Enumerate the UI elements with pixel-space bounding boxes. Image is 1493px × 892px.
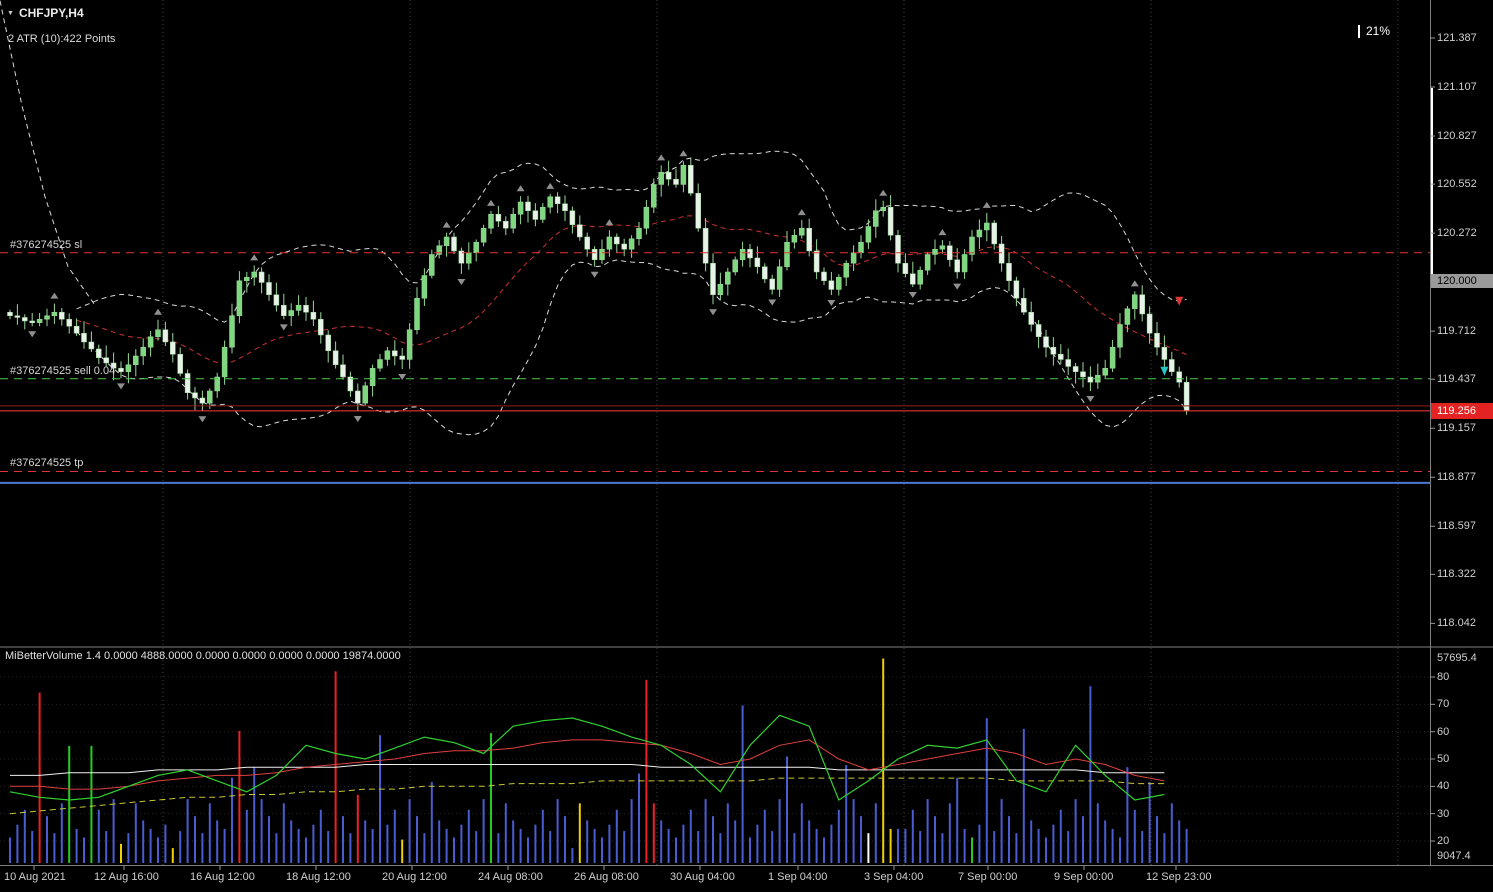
symbol-title-text: CHFJPY,H4 xyxy=(19,6,84,20)
round-price-label: 120.000 xyxy=(1431,274,1493,288)
symbol-timeframe-title: ▼ CHFJPY,H4 xyxy=(7,6,84,20)
price-axis-label: 120.272 xyxy=(1437,226,1477,240)
price-axis[interactable]: 121.387 121.107 120.827 120.552 120.272 120.0… xyxy=(1431,0,1493,866)
volume-axis-label: 70 xyxy=(1437,697,1449,711)
price-axis-label: 120.827 xyxy=(1437,129,1477,143)
time-axis-label: 12 Aug 16:00 xyxy=(94,871,159,883)
chart-shift-indicator: 21% xyxy=(1358,24,1390,38)
time-axis-label: 3 Sep 04:00 xyxy=(864,871,923,883)
time-axis-label: 7 Sep 00:00 xyxy=(958,871,1017,883)
volume-axis-label: 30 xyxy=(1437,807,1449,821)
time-axis[interactable]: 10 Aug 2021 12 Aug 16:00 16 Aug 12:00 18 Au… xyxy=(0,866,1493,892)
time-axis-label: 18 Aug 12:00 xyxy=(286,871,351,883)
time-axis-label: 20 Aug 12:00 xyxy=(382,871,447,883)
price-axis-label: 118.322 xyxy=(1437,567,1476,581)
atr-indicator-label: 2 ATR (10):422 Points xyxy=(8,33,115,45)
take-profit-label[interactable]: #376274525 tp xyxy=(10,457,83,469)
time-axis-label: 26 Aug 08:00 xyxy=(574,871,639,883)
price-axis-label: 118.877 xyxy=(1437,470,1476,484)
time-axis-label: 10 Aug 2021 xyxy=(4,871,66,883)
time-axis-label: 9 Sep 00:00 xyxy=(1054,871,1113,883)
price-axis-label: 118.597 xyxy=(1437,519,1476,533)
price-axis-label: 118.042 xyxy=(1437,616,1476,630)
time-axis-label: 16 Aug 12:00 xyxy=(190,871,255,883)
volume-axis-label: 40 xyxy=(1437,779,1449,793)
percent-text: 21% xyxy=(1366,24,1390,38)
price-axis-label: 121.387 xyxy=(1437,31,1477,45)
stop-loss-label[interactable]: #376274525 sl xyxy=(10,239,82,251)
chart-canvas[interactable] xyxy=(0,0,1493,892)
symbol-dropdown-icon[interactable]: ▼ xyxy=(7,10,14,17)
sell-order-label[interactable]: #376274525 sell 0.04 xyxy=(10,365,115,377)
time-axis-label: 24 Aug 08:00 xyxy=(478,871,543,883)
volume-axis-max: 57695.4 xyxy=(1437,651,1477,665)
time-axis-label: 1 Sep 04:00 xyxy=(768,871,827,883)
volume-axis-label: 20 xyxy=(1437,834,1449,848)
volume-axis-label: 60 xyxy=(1437,725,1449,739)
volume-axis-label: 80 xyxy=(1437,670,1449,684)
price-axis-label: 119.157 xyxy=(1437,421,1476,435)
price-axis-label: 119.437 xyxy=(1437,372,1476,386)
mt4-chart-window: ▼ CHFJPY,H4 2 ATR (10):422 Points 21% #3… xyxy=(0,0,1493,892)
time-axis-label: 12 Sep 23:00 xyxy=(1146,871,1211,883)
volume-indicator-label: MiBetterVolume 1.4 0.0000 4888.0000 0.00… xyxy=(5,650,401,662)
price-axis-label: 120.552 xyxy=(1437,177,1477,191)
scale-marker-icon xyxy=(1358,25,1360,38)
time-axis-label: 30 Aug 04:00 xyxy=(670,871,735,883)
price-axis-label: 119.712 xyxy=(1437,324,1476,338)
chart-background xyxy=(0,0,1493,892)
volume-axis-min: 9047.4 xyxy=(1437,849,1471,863)
price-axis-label: 121.107 xyxy=(1437,80,1477,94)
volume-axis-label: 50 xyxy=(1437,752,1449,766)
current-price-tag: 119.256 xyxy=(1431,403,1493,419)
